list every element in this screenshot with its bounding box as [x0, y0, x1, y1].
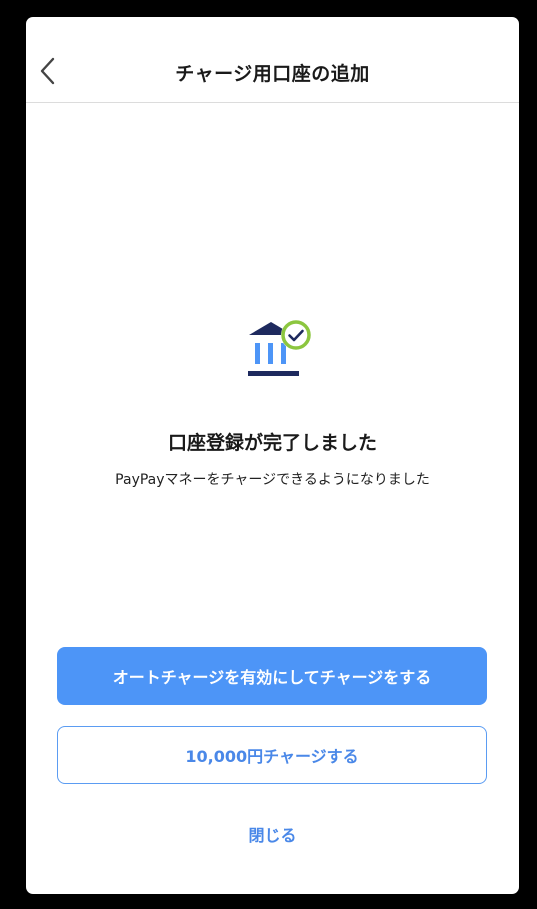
header-bar: チャージ用口座の追加 [26, 17, 519, 103]
page-title: チャージ用口座の追加 [175, 63, 370, 85]
charge-10000-button[interactable]: 10,000円チャージする [57, 726, 487, 784]
completion-title: 口座登録が完了しました [167, 432, 377, 454]
chevron-left-icon [40, 57, 55, 85]
back-button[interactable] [32, 51, 64, 91]
modal-sheet: チャージ用口座の追加 口座登録が完了しました PayPayマネーをチャージできる… [26, 17, 519, 894]
close-button[interactable]: 閉じる [26, 822, 519, 846]
enable-auto-charge-button[interactable]: オートチャージを有効にしてチャージをする [57, 647, 487, 705]
bank-check-icon [246, 317, 316, 383]
completion-subtitle: PayPayマネーをチャージできるようになりました [115, 472, 430, 488]
